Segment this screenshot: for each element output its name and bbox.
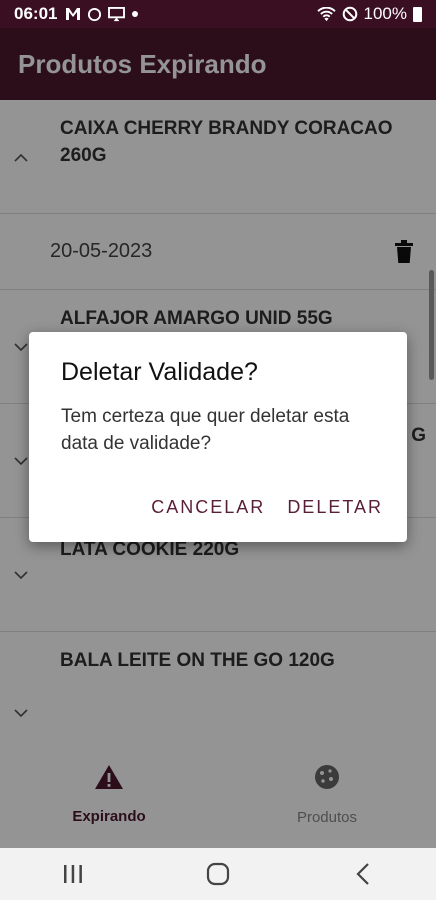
recents-icon[interactable] bbox=[53, 854, 93, 894]
status-time: 06:01 bbox=[14, 4, 58, 23]
circle-icon bbox=[88, 7, 102, 21]
delete-dialog: Deletar Validade? Tem certeza que quer d… bbox=[29, 332, 407, 542]
dialog-title: Deletar Validade? bbox=[61, 358, 258, 386]
home-icon[interactable] bbox=[198, 854, 238, 894]
do-not-disturb-icon bbox=[342, 6, 357, 22]
dialog-actions: CANCELAR DELETAR bbox=[151, 497, 383, 518]
dialog-message: Tem certeza que quer deletar esta data d… bbox=[61, 406, 350, 454]
dot-icon bbox=[132, 11, 139, 17]
delete-button[interactable]: DELETAR bbox=[287, 497, 383, 518]
screen-cast-icon bbox=[108, 6, 126, 21]
battery-percent: 100% bbox=[363, 4, 407, 23]
status-bar: 06:01 100% bbox=[0, 0, 436, 28]
mail-icon bbox=[66, 8, 81, 20]
back-icon[interactable] bbox=[343, 854, 383, 894]
cancel-button[interactable]: CANCELAR bbox=[151, 497, 265, 518]
system-nav-bar bbox=[0, 848, 436, 900]
wifi-icon bbox=[316, 6, 336, 21]
battery-icon bbox=[413, 6, 422, 22]
